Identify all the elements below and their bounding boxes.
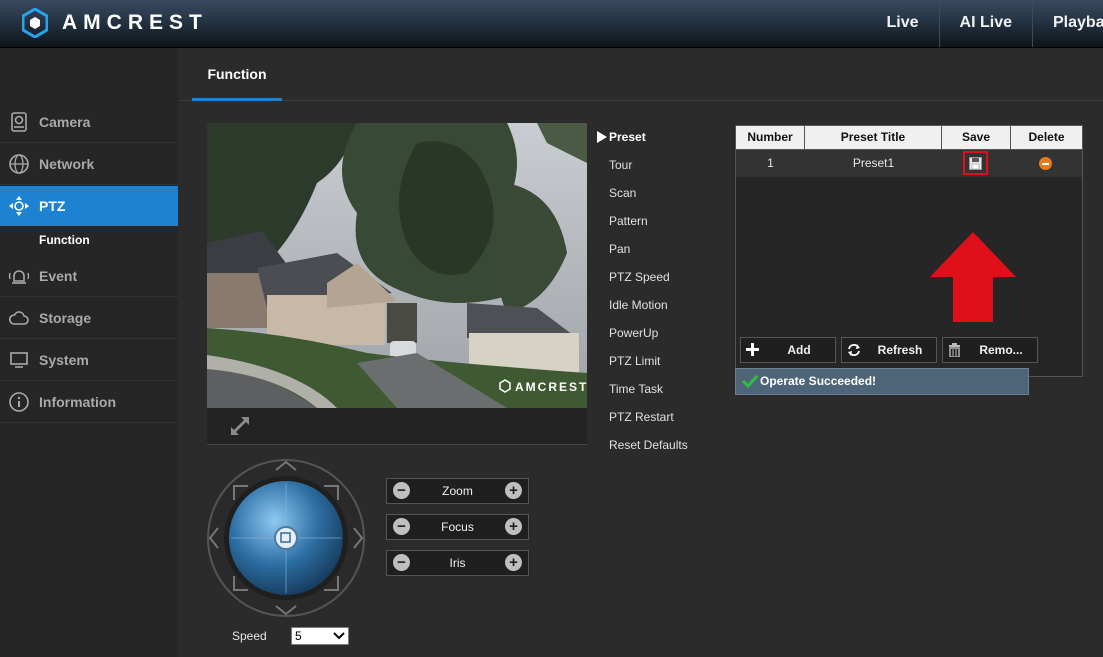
video-watermark: AMCREST [515,380,587,394]
nav-ai-live[interactable]: AI Live [938,0,1032,47]
sidebar-item-label: PTZ [39,198,66,214]
live-video-preview: AMCREST [207,123,587,408]
menu-ptz-restart[interactable]: PTZ Restart [597,403,701,431]
sidebar-item-camera[interactable]: Camera [0,102,178,143]
refresh-icon [848,344,860,356]
menu-ptz-speed[interactable]: PTZ Speed [597,263,701,291]
table-header: Number Preset Title Save Delete [736,126,1082,150]
zoom-control: Zoom − + [386,478,529,504]
brand-hexagon-icon [22,8,48,38]
zoom-in-button[interactable]: + [505,482,522,499]
top-navigation: Live AI Live Playba [867,0,1103,47]
top-bar: AMCREST Live AI Live Playba [0,0,1103,48]
remove-button-label: Remo... [979,343,1023,357]
sidebar-item-label: Event [39,268,78,284]
camera-scene-image: AMCREST [207,123,587,408]
speed-select[interactable]: 5 [291,627,349,645]
menu-pan[interactable]: Pan [597,235,701,263]
zoom-out-button[interactable]: − [393,482,410,499]
focus-minus-button[interactable]: − [393,518,410,535]
remove-all-button[interactable]: Remo... [942,337,1038,363]
monitor-icon [10,352,28,368]
table-row[interactable]: 1 Preset1 [736,150,1082,177]
globe-icon [9,154,29,174]
alarm-icon [8,270,30,284]
nav-live[interactable]: Live [867,0,939,47]
menu-pattern[interactable]: Pattern [597,207,701,235]
sidebar-item-label: Network [39,156,95,172]
column-number: Number [736,126,805,150]
sidebar-item-label: System [39,352,89,368]
delete-cell [1011,150,1082,177]
menu-preset[interactable]: Preset [597,123,701,151]
save-floppy-icon[interactable] [969,157,982,170]
sidebar: Camera Network PTZ Function Event Storag… [0,48,186,657]
column-delete: Delete [1011,126,1082,150]
column-preset-title: Preset Title [805,126,942,150]
iris-minus-button[interactable]: − [393,554,410,571]
ptz-function-menu: Preset Tour Scan Pattern Pan PTZ Speed I… [597,123,701,459]
ptz-icon [9,196,29,216]
sidebar-item-storage[interactable]: Storage [0,298,178,339]
sidebar-item-label: Camera [39,114,91,130]
save-cell [942,150,1011,177]
menu-ptz-limit[interactable]: PTZ Limit [597,347,701,375]
main-panel: Function AMCREST Zoom − + Focus − + Iris… [178,48,1103,657]
menu-powerup[interactable]: PowerUp [597,319,701,347]
menu-idle-motion[interactable]: Idle Motion [597,291,701,319]
sidebar-item-information[interactable]: Information [0,382,178,423]
sidebar-item-label: Storage [39,310,92,326]
menu-tour[interactable]: Tour [597,151,701,179]
menu-reset-defaults[interactable]: Reset Defaults [597,431,701,459]
speed-label: Speed [232,629,267,643]
cloud-icon [8,311,29,325]
trash-icon [949,343,960,357]
speed-value: 5 [295,629,302,643]
focus-control: Focus − + [386,514,529,540]
status-text: Operate Succeeded! [760,374,877,388]
fullscreen-icon[interactable] [229,415,253,437]
nav-playback[interactable]: Playba [1032,0,1103,47]
add-button[interactable]: Add [740,337,836,363]
sidebar-item-event[interactable]: Event [0,256,178,297]
add-button-label: Add [787,343,811,357]
iris-control: Iris − + [386,550,529,576]
ptz-direction-pad[interactable] [206,458,366,618]
column-save: Save [942,126,1011,150]
checkmark-icon [742,374,758,388]
brand-name: AMCREST [62,11,208,34]
red-up-arrow-icon [930,232,1016,322]
menu-time-task[interactable]: Time Task [597,375,701,403]
tab-bar: Function [178,48,1103,101]
sidebar-item-ptz[interactable]: PTZ [0,186,186,226]
info-icon [9,392,29,412]
plus-icon [746,343,759,356]
ptz-center-zoom-icon[interactable] [274,526,298,550]
menu-scan[interactable]: Scan [597,179,701,207]
camera-icon [11,112,27,132]
sidebar-subitem-function[interactable]: Function [39,233,90,247]
refresh-button[interactable]: Refresh [841,337,937,363]
sidebar-item-system[interactable]: System [0,340,178,381]
focus-plus-button[interactable]: + [505,518,522,535]
status-message: Operate Succeeded! [735,368,1029,395]
brand-logo: AMCREST [22,8,208,38]
chevron-down-icon [333,632,345,640]
sidebar-item-label: Information [39,394,116,410]
video-toolbar [207,408,587,445]
preset-number: 1 [767,156,774,170]
sidebar-item-network[interactable]: Network [0,144,178,185]
delete-minus-icon[interactable] [1039,157,1052,170]
refresh-button-label: Refresh [877,343,923,357]
preset-title: Preset1 [852,156,895,170]
iris-plus-button[interactable]: + [505,554,522,571]
tab-function[interactable]: Function [192,48,282,101]
